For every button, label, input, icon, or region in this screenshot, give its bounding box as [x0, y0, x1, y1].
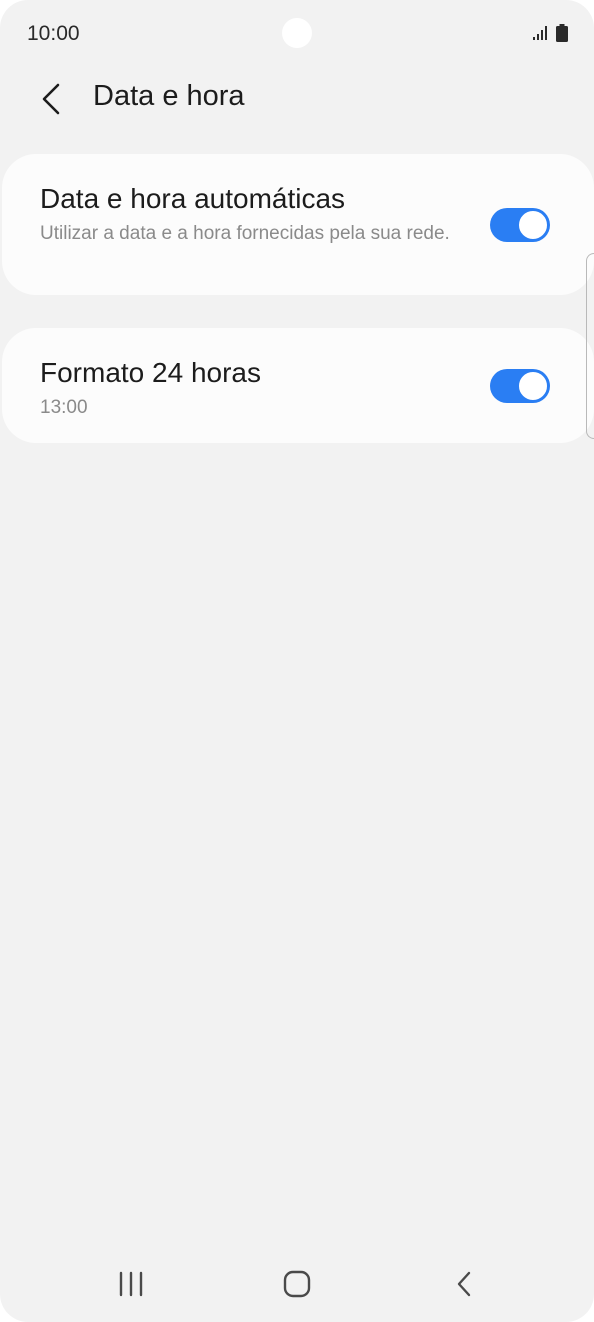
status-bar: 10:00	[0, 0, 594, 68]
navigation-bar	[0, 1252, 594, 1314]
recents-button[interactable]	[107, 1264, 155, 1304]
back-nav-button[interactable]	[440, 1264, 488, 1304]
setting-subtitle: 13:00	[40, 397, 88, 418]
status-time: 10:00	[27, 22, 80, 45]
app-header: Data e hora	[0, 68, 594, 128]
24-hour-format-toggle[interactable]	[490, 369, 550, 403]
toggle-knob	[517, 370, 549, 402]
setting-title: Data e hora automáticas	[40, 183, 346, 214]
scroll-indicator[interactable]	[586, 253, 594, 439]
home-icon	[283, 1270, 311, 1298]
front-camera-icon	[282, 18, 312, 48]
chevron-left-icon	[42, 83, 60, 115]
setting-automatic-date-time[interactable]: Data e hora automáticas Utilizar a data …	[2, 154, 594, 295]
page-title: Data e hora	[93, 80, 245, 112]
back-button[interactable]	[28, 76, 74, 122]
setting-title: Formato 24 horas	[40, 357, 261, 388]
back-icon	[457, 1271, 471, 1297]
setting-subtitle: Utilizar a data e a hora fornecidas pela…	[40, 223, 450, 244]
toggle-knob	[517, 209, 549, 241]
phone-screen: 10:00 Data e hora Data e hora automática…	[0, 0, 594, 1322]
home-button[interactable]	[273, 1264, 321, 1304]
battery-icon	[556, 24, 568, 42]
automatic-date-time-toggle[interactable]	[490, 208, 550, 242]
setting-24-hour-format[interactable]: Formato 24 horas 13:00	[2, 328, 594, 443]
signal-icon	[533, 26, 547, 40]
recents-icon	[119, 1271, 143, 1297]
